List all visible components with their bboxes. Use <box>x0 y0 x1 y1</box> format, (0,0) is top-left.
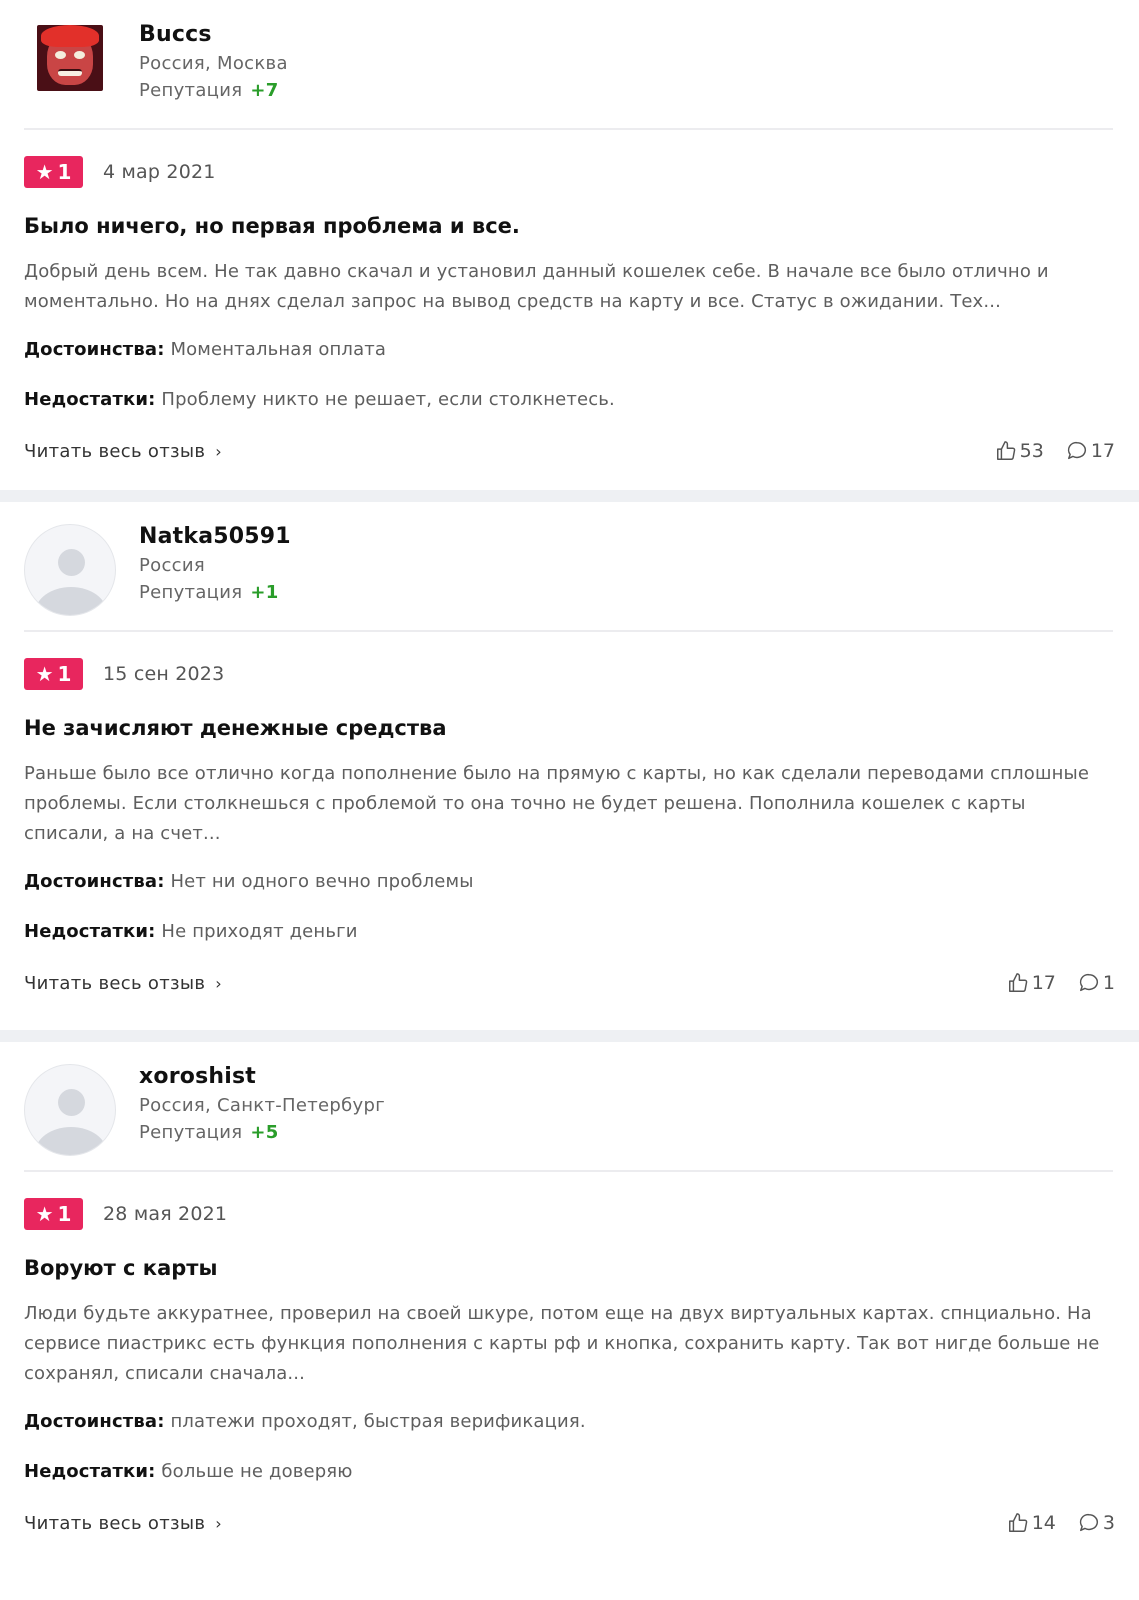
pros-text: Моментальная оплата <box>170 339 387 360</box>
read-more-label: Читать весь отзыв <box>24 440 206 462</box>
thumbs-up-icon <box>1008 1513 1028 1532</box>
read-more-label: Читать весь отзыв <box>24 972 206 994</box>
rating-value: 1 <box>57 662 72 686</box>
cons-label: Недостатки: <box>24 389 156 410</box>
comment-icon <box>1079 974 1098 992</box>
comments-count: 17 <box>1090 440 1115 462</box>
comment-icon <box>1067 442 1086 460</box>
reputation-value: +7 <box>250 80 279 101</box>
review-pros: Достоинства: Нет ни одного вечно проблем… <box>24 869 1115 895</box>
likes-count: 14 <box>1031 1512 1056 1534</box>
review-title[interactable]: Было ничего, но первая проблема и все. <box>24 212 1115 240</box>
user-reputation: Репутация +1 <box>139 581 291 605</box>
default-avatar-icon <box>24 524 116 616</box>
username[interactable]: xoroshist <box>139 1064 385 1090</box>
review-excerpt: Добрый день всем. Не так давно скачал и … <box>24 261 1049 312</box>
review-excerpt: Раньше было все отлично когда пополнение… <box>24 763 1090 844</box>
rating-badge: ★ 1 <box>24 156 83 188</box>
thumbs-up-icon <box>996 441 1015 460</box>
review-author: xoroshist Россия, Санкт-Петербург Репута… <box>24 1042 1113 1172</box>
review-title[interactable]: Не зачисляют денежные средства <box>24 714 1115 742</box>
rating-badge: ★ 1 <box>24 658 83 690</box>
cons-label: Недостатки: <box>24 921 156 942</box>
reputation-label: Репутация <box>139 80 243 101</box>
read-more-link[interactable]: Читать весь отзыв › <box>24 973 222 994</box>
comments-button[interactable]: 3 <box>1078 1512 1115 1534</box>
review-author: Buccs Россия, Москва Репутация +7 <box>24 0 1113 130</box>
comments-button[interactable]: 17 <box>1066 440 1115 462</box>
comments-count: 3 <box>1102 1512 1115 1534</box>
user-location: Россия, Санкт-Петербург <box>139 1095 385 1116</box>
reputation-label: Репутация <box>139 582 243 603</box>
cons-text: Проблему никто не решает, если столкнете… <box>161 389 615 410</box>
avatar-photo <box>37 25 103 91</box>
pros-label: Достоинства: <box>24 1411 165 1432</box>
username[interactable]: Natka50591 <box>139 524 291 550</box>
review-cons: Недостатки: Проблему никто не решает, ес… <box>24 387 1115 413</box>
chevron-right-icon: › <box>215 1513 222 1533</box>
review-card: Natka50591 Россия Репутация +1 ★ 1 15 сен … <box>0 502 1139 1030</box>
likes-count: 17 <box>1031 972 1056 994</box>
pros-label: Достоинства: <box>24 339 165 360</box>
pros-text: Нет ни одного вечно проблемы <box>170 871 474 892</box>
chevron-right-icon: › <box>215 973 222 993</box>
avatar[interactable] <box>24 1064 116 1156</box>
review-separator <box>0 1030 1139 1042</box>
review-pros: Достоинства: платежи проходят, быстрая в… <box>24 1409 1115 1435</box>
thumbs-up-icon <box>1008 973 1028 992</box>
cons-text: больше не доверяю <box>161 1461 353 1482</box>
review-cons: Недостатки: больше не доверяю <box>24 1459 1115 1485</box>
reputation-label: Репутация <box>139 1122 243 1143</box>
cons-text: Не приходят деньги <box>161 921 358 942</box>
rating-badge: ★ 1 <box>24 1198 83 1230</box>
pros-label: Достоинства: <box>24 871 165 892</box>
user-reputation: Репутация +5 <box>139 1121 385 1145</box>
review-card: xoroshist Россия, Санкт-Петербург Репута… <box>0 1042 1139 1600</box>
review-excerpt: Люди будьте аккуратнее, проверил на свое… <box>24 1303 1100 1384</box>
avatar[interactable] <box>24 22 116 114</box>
user-location: Россия <box>139 555 205 576</box>
cons-label: Недостатки: <box>24 1461 156 1482</box>
review-pros: Достоинства: Моментальная оплата <box>24 337 1115 363</box>
read-more-link[interactable]: Читать весь отзыв › <box>24 441 222 462</box>
review-author: Natka50591 Россия Репутация +1 <box>24 502 1113 632</box>
default-avatar-icon <box>24 1064 116 1156</box>
like-button[interactable]: 17 <box>1007 972 1056 994</box>
reputation-value: +1 <box>250 582 279 603</box>
comment-icon <box>1079 1514 1098 1532</box>
review-cons: Недостатки: Не приходят деньги <box>24 919 1115 945</box>
review-date: 15 сен 2023 <box>103 663 225 685</box>
avatar[interactable] <box>24 524 116 616</box>
user-location: Россия, Москва <box>139 53 288 74</box>
read-more-link[interactable]: Читать весь отзыв › <box>24 1513 222 1534</box>
review-card: Buccs Россия, Москва Репутация +7 ★ 1 4 ма… <box>0 0 1139 490</box>
comments-button[interactable]: 1 <box>1078 972 1115 994</box>
star-icon: ★ <box>35 1202 54 1226</box>
review-date: 4 мар 2021 <box>103 161 216 183</box>
like-button[interactable]: 53 <box>995 440 1044 462</box>
pros-text: платежи проходят, быстрая верификация. <box>170 1411 586 1432</box>
username[interactable]: Buccs <box>139 22 288 48</box>
review-title[interactable]: Воруют с карты <box>24 1254 1115 1282</box>
star-icon: ★ <box>35 662 54 686</box>
read-more-label: Читать весь отзыв <box>24 1512 206 1534</box>
chevron-right-icon: › <box>215 441 222 461</box>
star-icon: ★ <box>35 160 54 184</box>
likes-count: 53 <box>1019 440 1044 462</box>
like-button[interactable]: 14 <box>1007 1512 1056 1534</box>
review-date: 28 мая 2021 <box>103 1203 228 1225</box>
review-separator <box>0 490 1139 502</box>
reputation-value: +5 <box>250 1122 279 1143</box>
comments-count: 1 <box>1102 972 1115 994</box>
rating-value: 1 <box>57 160 72 184</box>
rating-value: 1 <box>57 1202 72 1226</box>
user-reputation: Репутация +7 <box>139 79 288 103</box>
